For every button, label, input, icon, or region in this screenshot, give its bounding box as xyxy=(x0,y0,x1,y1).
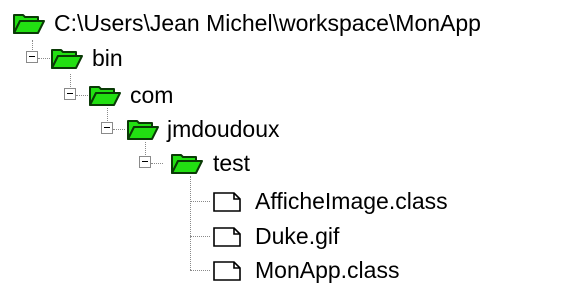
tree-item-file[interactable]: AfficheImage.class xyxy=(0,184,580,218)
file-icon xyxy=(213,227,241,247)
tree-item-label: AfficheImage.class xyxy=(255,188,448,214)
file-icon xyxy=(213,261,241,281)
collapse-minus-icon[interactable] xyxy=(101,122,113,134)
tree-item-bin[interactable]: bin xyxy=(0,41,580,75)
tree-item-file[interactable]: Duke.gif xyxy=(0,219,580,253)
tree-item-label: bin xyxy=(92,45,123,71)
tree-item-label: Duke.gif xyxy=(255,223,340,249)
open-folder-icon xyxy=(13,14,45,34)
collapse-minus-icon[interactable] xyxy=(139,156,151,168)
open-folder-icon xyxy=(171,154,203,174)
open-folder-icon xyxy=(51,49,83,69)
tree-item-label: C:\Users\Jean Michel\workspace\MonApp xyxy=(54,10,481,36)
tree-item-file[interactable]: MonApp.class xyxy=(0,253,580,287)
tree-item-test[interactable]: test xyxy=(0,146,580,180)
tree-item-label: MonApp.class xyxy=(255,257,400,283)
file-icon xyxy=(213,192,241,212)
tree-item-label: jmdoudoux xyxy=(167,116,280,142)
tree-item-com[interactable]: com xyxy=(0,78,580,112)
tree-item-jmdoudoux[interactable]: jmdoudoux xyxy=(0,112,580,146)
tree-item-root[interactable]: C:\Users\Jean Michel\workspace\MonApp xyxy=(0,6,580,40)
collapse-minus-icon[interactable] xyxy=(64,88,76,100)
tree-item-label: test xyxy=(213,150,251,176)
open-folder-icon xyxy=(89,86,121,106)
tree-item-label: com xyxy=(130,82,174,108)
open-folder-icon xyxy=(127,120,159,140)
file-tree: C:\Users\Jean Michel\workspace\MonApp bi… xyxy=(0,0,580,293)
collapse-minus-icon[interactable] xyxy=(26,51,38,63)
